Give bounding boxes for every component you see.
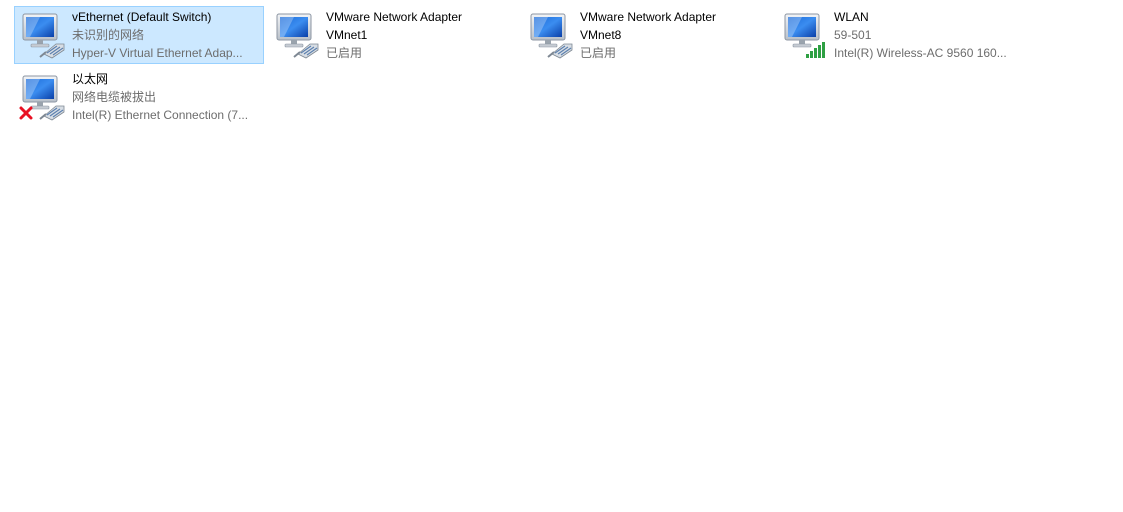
adapter-item-wlan[interactable]: WLAN 59-501 Intel(R) Wireless-AC 9560 16… [776, 6, 1026, 64]
adapter-device: 已启用 [326, 46, 363, 60]
adapter-device: Hyper-V Virtual Ethernet Adap... [72, 46, 243, 60]
adapter-name: 以太网 [72, 72, 109, 86]
adapter-name: vEthernet (Default Switch) [72, 10, 212, 24]
adapter-name: VMware Network Adapter [580, 10, 717, 24]
network-connections-view: vEthernet (Default Switch) 未识别的网络 Hyper-… [0, 0, 1123, 512]
adapter-item-ethernet[interactable]: 以太网 网络电缆被拔出 Intel(R) Ethernet Connection… [14, 68, 264, 126]
adapter-device: Intel(R) Wireless-AC 9560 160... [834, 46, 1007, 60]
adapter-status: 未识别的网络 [72, 28, 145, 42]
adapter-name: VMware Network Adapter [326, 10, 463, 24]
ethernet-disconnected-icon [19, 75, 65, 121]
adapter-item-vmnet1[interactable]: VMware Network Adapter VMnet1 已启用 [268, 6, 518, 64]
adapter-device: 已启用 [580, 46, 617, 60]
adapter-name: WLAN [834, 10, 869, 24]
red-x-icon [19, 106, 33, 120]
ethernet-adapter-icon [276, 13, 319, 59]
adapter-item-vmnet8[interactable]: VMware Network Adapter VMnet8 已启用 [522, 6, 772, 64]
adapter-status: 网络电缆被拔出 [72, 90, 157, 104]
adapter-status: 59-501 [834, 28, 872, 42]
adapter-status: VMnet8 [580, 28, 622, 42]
ethernet-adapter-icon [530, 13, 573, 59]
adapter-device: Intel(R) Ethernet Connection (7... [72, 108, 249, 122]
adapter-status: VMnet1 [326, 28, 368, 42]
ethernet-adapter-icon [22, 13, 65, 59]
adapter-item-vethernet-default-switch[interactable]: vEthernet (Default Switch) 未识别的网络 Hyper-… [14, 6, 264, 64]
wifi-adapter-icon [784, 13, 825, 58]
